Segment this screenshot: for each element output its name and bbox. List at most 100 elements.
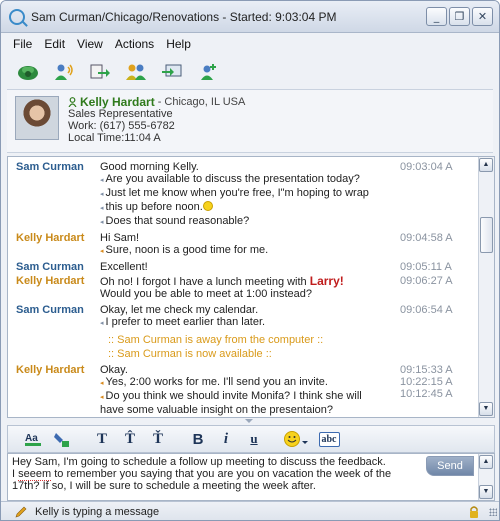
message-line: Oh no! I forgot I have a lunch meeting w… [100,276,310,288]
sender-name: Sam Curman [16,261,84,273]
italic-button[interactable]: i [214,428,238,450]
spellcheck-icon: abc [318,431,340,447]
chat-message: Kelly Hardart Okay. ◂ Yes, 2:00 works for… [8,364,478,416]
sender-name: Sam Curman [16,304,84,316]
caret-icon: ◂ [100,191,104,198]
message-line: Good morning Kelly. [100,161,199,173]
lock-icon [470,506,478,518]
message-line: have some valuable insight on the presen… [100,404,333,416]
transcript-scrollbar[interactable]: ▲ ▼ [478,157,494,417]
bold-button[interactable]: B [186,428,210,450]
online-status-icon [68,97,77,107]
restore-button[interactable]: ❐ [449,7,470,26]
screen-share-icon[interactable] [161,62,183,82]
menu-actions[interactable]: Actions [109,37,160,51]
resize-grip[interactable] [489,508,497,516]
voice-call-icon[interactable] [53,62,75,82]
scroll-down-button[interactable]: ▼ [479,402,493,416]
highlight-icon[interactable] [50,428,74,450]
message-line: Okay, let me check my calendar. [100,304,259,316]
contact-name[interactable]: Kelly Hardart [80,96,155,108]
menu-edit[interactable]: Edit [38,37,71,51]
spellcheck-button[interactable]: abc [314,428,344,450]
sender-name: Kelly Hardart [16,364,85,376]
caret-icon: ◂ [100,380,104,387]
send-button[interactable]: Send [426,456,474,476]
minimize-button[interactable]: _ [426,7,447,26]
message-line: Yes, 2:00 works for me. I'll send you an… [105,376,328,388]
input-scroll-down-button[interactable]: ▼ [479,485,493,499]
chat-window: Sam Curman/Chicago/Renovations - Started… [0,0,500,521]
emoticon-icon[interactable] [282,428,310,450]
contact-local-time: Local Time:11:04 A [68,132,161,144]
scroll-up-button[interactable]: ▲ [479,158,493,172]
message-line: Just let me know when you're free, I"m h… [105,187,369,199]
close-button[interactable]: ✕ [472,7,493,26]
window-title: Sam Curman/Chicago/Renovations - Started… [31,9,337,24]
menu-bar: File Edit View Actions Help [1,33,499,55]
message-line: Okay. [100,364,128,376]
input-text: to remember you saying that you are you … [51,468,392,480]
input-line: Hey Sam, I'm going to schedule a follow … [12,456,386,468]
input-line: 17th? If so, I will be sure to schedule … [12,480,316,492]
underline-button[interactable]: u [242,428,266,450]
chat-message: Sam Curman Good morning Kelly. ◂ Are you … [8,161,478,229]
message-line: Excellent! [100,261,148,273]
font-size-up-button[interactable]: T̂ [118,428,142,450]
message-input[interactable]: Hey Sam, I'm going to schedule a follow … [7,453,495,501]
sender-name: Sam Curman [16,161,84,173]
caret-icon: ◂ [100,205,104,212]
timestamp: 09:05:11 A [400,261,452,273]
menu-view[interactable]: View [71,37,109,51]
phone-icon[interactable] [17,62,39,82]
timestamp: 09:06:54 A [400,304,453,316]
search-chat-icon [9,8,25,25]
text-style-button[interactable]: T [90,428,114,450]
message-line: Sure, noon is a good time for me. [105,244,269,256]
text-color-icon[interactable]: Aa [22,428,46,450]
contact-card: Kelly Hardart - Chicago, IL USA Sales Re… [7,89,493,153]
chat-message: Kelly Hardart Oh no! I forgot I have a l… [8,275,478,300]
caret-icon: ◂ [100,320,104,327]
caret-icon: ◂ [100,394,104,401]
contact-location: - Chicago, IL USA [157,96,246,108]
title-bar[interactable]: Sam Curman/Chicago/Renovations - Started… [1,1,499,33]
status-bar: Kelly is typing a message [1,501,499,520]
message-line: Are you available to discuss the present… [105,173,360,185]
timestamp: 09:15:33 A [400,364,453,376]
timestamp: 09:04:58 A [400,232,453,244]
timestamp: 10:22:15 A [400,376,453,388]
font-size-down-button[interactable]: Ť [146,428,170,450]
system-message: :: Sam Curman is now available :: [108,348,272,360]
contact-work-phone: Work: (617) 555-6782 [68,120,175,132]
system-message: :: Sam Curman is away from the computer … [108,334,324,346]
chat-transcript[interactable]: Sam Curman Good morning Kelly. ◂ Are you … [7,156,495,418]
chat-message: Kelly Hardart Hi Sam! ◂ Sure, noon is a g… [8,232,478,258]
message-line: this up before noon. [105,201,203,213]
timestamp: 10:12:45 A [400,388,453,400]
avatar[interactable] [15,96,59,140]
toolbar [1,55,499,89]
contact-title: Sales Representative [68,108,173,120]
pencil-icon [15,506,27,518]
input-scroll-up-button[interactable]: ▲ [479,455,493,469]
menu-file[interactable]: File [7,37,38,51]
message-line: Would you be able to meet at 1:00 instea… [100,288,312,300]
caret-icon: ◂ [100,177,104,184]
sender-name: Kelly Hardart [16,275,85,287]
message-line: Do you think we should invite Monifa? I … [105,390,362,402]
add-user-icon[interactable] [197,62,219,82]
caret-icon: ◂ [100,219,104,226]
input-scrollbar[interactable]: ▲ ▼ [478,454,494,500]
typing-status: Kelly is typing a message [35,506,160,518]
scroll-thumb[interactable] [480,217,493,253]
message-line: Hi Sam! [100,232,140,244]
timestamp: 09:06:27 A [400,275,453,287]
smiley-icon [202,201,213,211]
share-icon[interactable] [89,62,111,82]
menu-help[interactable]: Help [160,37,197,51]
caret-icon: ◂ [100,248,104,255]
chat-message: Sam Curman Okay, let me check my calenda… [8,304,478,330]
people-icon[interactable] [125,62,147,82]
chat-message: Sam Curman Excellent! 09:05:11 A [8,261,478,273]
